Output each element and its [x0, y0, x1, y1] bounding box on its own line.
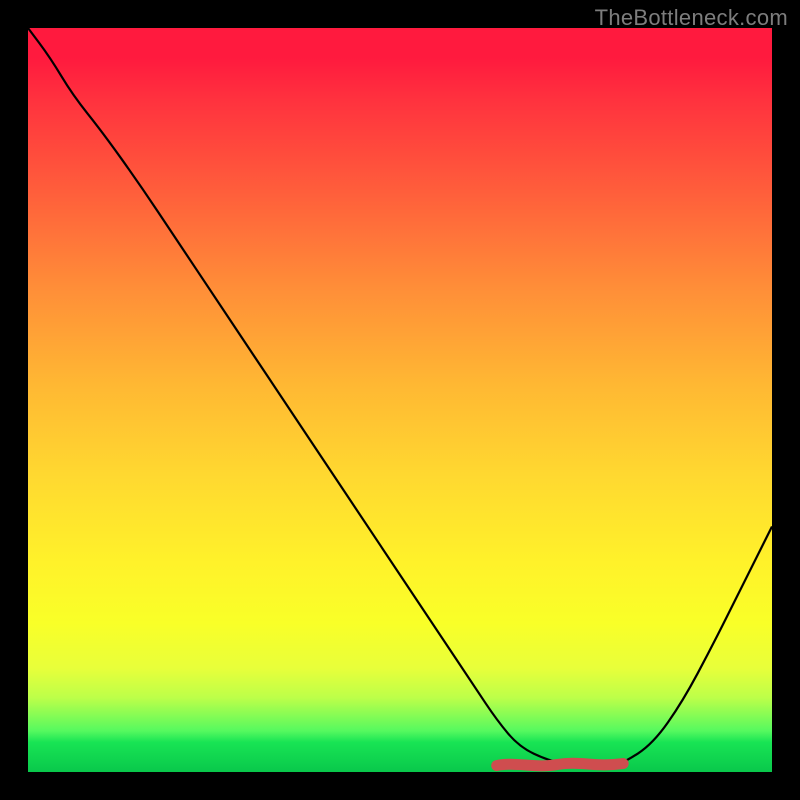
chart-stage: TheBottleneck.com: [0, 0, 800, 800]
bottleneck-curve: [28, 28, 772, 767]
flat-segment-highlight: [497, 763, 623, 766]
curve-layer: [28, 28, 772, 772]
